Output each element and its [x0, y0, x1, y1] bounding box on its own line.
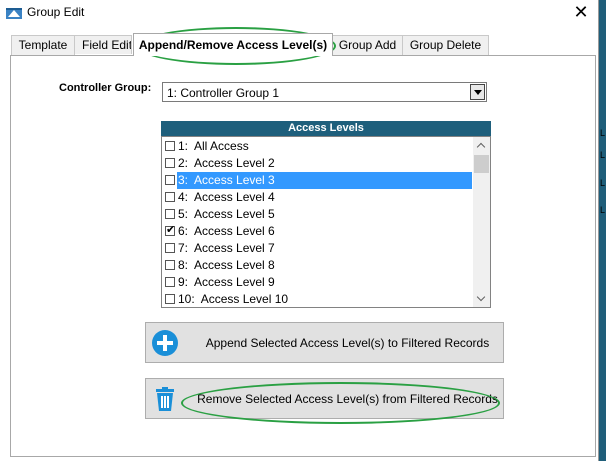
- tab-append-remove-access-levels[interactable]: Append/Remove Access Level(s): [133, 33, 333, 56]
- checkbox[interactable]: [165, 260, 175, 270]
- tab-label: Field Edit: [82, 38, 132, 52]
- access-level-label: 4: Access Level 4: [178, 190, 275, 204]
- remove-access-levels-button[interactable]: Remove Selected Access Level(s) from Fil…: [145, 378, 504, 419]
- tab-label: Append/Remove Access Level(s): [138, 38, 328, 52]
- checkbox-checked[interactable]: [165, 224, 175, 236]
- group-edit-window: Group Edit ✕ Template Field Edit Append/…: [0, 0, 599, 461]
- access-level-label: 9: Access Level 9: [178, 275, 275, 289]
- controller-group-dropdown[interactable]: 1: Controller Group 1: [162, 82, 487, 102]
- checkbox[interactable]: [165, 277, 175, 287]
- close-icon: ✕: [573, 2, 589, 22]
- checkbox[interactable]: [165, 243, 175, 253]
- access-level-label: 2: Access Level 2: [178, 156, 275, 170]
- chevron-down-icon[interactable]: [470, 84, 485, 100]
- checkbox[interactable]: [165, 158, 175, 168]
- close-button[interactable]: ✕: [564, 0, 598, 26]
- remove-button-label: Remove Selected Access Level(s) from Fil…: [197, 392, 498, 406]
- access-level-label: 6: Access Level 6: [178, 224, 275, 238]
- access-level-label: 7: Access Level 7: [178, 241, 275, 255]
- controller-group-label: Controller Group:: [59, 82, 152, 94]
- background-window-mark: L: [600, 178, 606, 188]
- scroll-thumb[interactable]: [474, 155, 489, 173]
- tab-template[interactable]: Template: [11, 35, 75, 55]
- access-levels-list[interactable]: 1: All Access 2: Access Level 2 3: Access …: [161, 136, 491, 308]
- background-window-mark: L: [600, 150, 606, 160]
- background-window-edge: [598, 0, 606, 461]
- access-level-label: 5: Access Level 5: [178, 207, 275, 221]
- checkbox[interactable]: [165, 209, 175, 219]
- access-level-item[interactable]: 5: Access Level 5: [162, 206, 473, 223]
- access-level-item[interactable]: 7: Access Level 7: [162, 240, 473, 257]
- checkbox[interactable]: [165, 175, 175, 185]
- access-level-label: 10: Access Level 10: [178, 292, 289, 306]
- access-level-label: 1: All Access: [178, 139, 249, 153]
- access-level-item[interactable]: 4: Access Level 4: [162, 189, 473, 206]
- list-scrollbar[interactable]: [473, 137, 490, 307]
- access-level-item[interactable]: 6: Access Level 6: [162, 223, 473, 240]
- checkbox[interactable]: [165, 192, 175, 202]
- background-window-mark: L: [600, 128, 606, 138]
- scroll-down-icon[interactable]: [473, 290, 490, 307]
- tab-strip: Template Field Edit Append/Remove Access…: [0, 33, 598, 56]
- append-button-label: Append Selected Access Level(s) to Filte…: [205, 336, 490, 350]
- access-level-item[interactable]: 9: Access Level 9: [162, 274, 473, 291]
- title-bar[interactable]: Group Edit ✕: [0, 0, 598, 26]
- access-levels-header: Access Levels: [161, 121, 491, 136]
- access-level-item[interactable]: 3: Access Level 3: [162, 172, 473, 189]
- tab-label: Group Delete: [409, 38, 482, 52]
- scroll-up-icon[interactable]: [473, 137, 490, 154]
- tab-group-delete[interactable]: Group Delete: [402, 35, 489, 55]
- tab-label: Group Add: [338, 38, 397, 52]
- tab-field-edit[interactable]: Field Edit: [74, 35, 132, 54]
- access-level-item[interactable]: 1: All Access: [162, 138, 473, 155]
- access-level-label: 8: Access Level 8: [178, 258, 275, 272]
- access-level-item[interactable]: 8: Access Level 8: [162, 257, 473, 274]
- tab-group-add[interactable]: Group Add: [332, 35, 403, 55]
- access-level-label: 3: Access Level 3: [177, 172, 472, 189]
- checkbox[interactable]: [165, 141, 175, 151]
- access-level-item[interactable]: 2: Access Level 2: [162, 155, 473, 172]
- tab-label: Template: [18, 38, 68, 52]
- background-window-mark: L: [600, 205, 606, 215]
- access-level-item[interactable]: 10: Access Level 10: [162, 291, 473, 307]
- window-title: Group Edit: [27, 5, 85, 19]
- app-icon: [6, 8, 22, 19]
- checkbox[interactable]: [165, 294, 175, 304]
- controller-group-value: 1: Controller Group 1: [167, 86, 280, 100]
- append-access-levels-button[interactable]: Append Selected Access Level(s) to Filte…: [145, 322, 504, 363]
